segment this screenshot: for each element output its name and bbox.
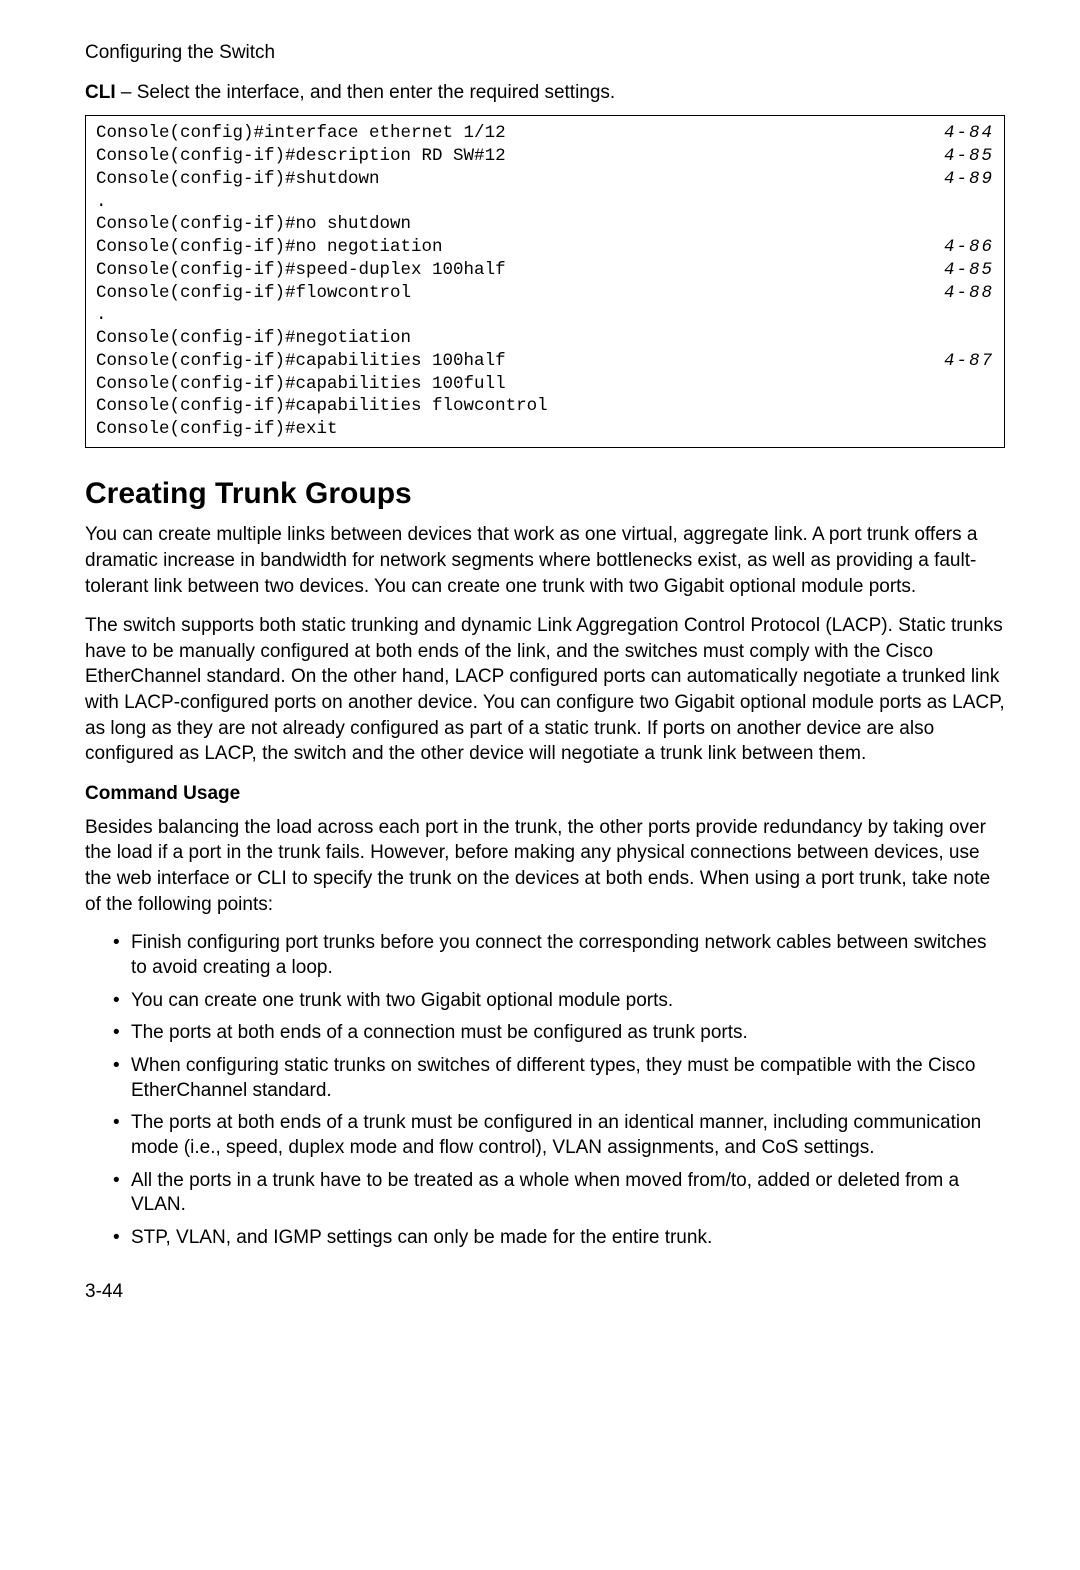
command-usage-heading: Command Usage <box>85 781 1005 807</box>
page-header: Configuring the Switch <box>85 40 1005 66</box>
list-item: Finish configuring port trunks before yo… <box>131 931 1005 980</box>
list-item: When configuring static trunks on switch… <box>131 1054 1005 1103</box>
code-row: . <box>96 304 994 327</box>
code-command: Console(config-if)#description RD SW#12 <box>96 145 506 168</box>
code-row: Console(config-if)#speed-duplex 100half 4… <box>96 259 994 282</box>
section-title: Creating Trunk Groups <box>85 474 1005 515</box>
code-row: Console(config-if)#no negotiation 4-86 <box>96 236 994 259</box>
list-item: All the ports in a trunk have to be trea… <box>131 1169 1005 1218</box>
cli-label: CLI <box>85 82 116 103</box>
code-reference: 4-88 <box>944 282 994 305</box>
code-row: Console(config-if)#description RD SW#12 4… <box>96 145 994 168</box>
code-command: Console(config-if)#speed-duplex 100half <box>96 259 506 282</box>
code-reference: 4-86 <box>944 236 994 259</box>
code-command: Console(config-if)#exit <box>96 418 338 441</box>
code-row: Console(config)#interface ethernet 1/12 4… <box>96 122 994 145</box>
bullet-list: Finish configuring port trunks before yo… <box>85 931 1005 1251</box>
code-command: Console(config-if)#no shutdown <box>96 213 411 236</box>
code-reference: 4-87 <box>944 350 994 373</box>
paragraph: Besides balancing the load across each p… <box>85 815 1005 918</box>
list-item: The ports at both ends of a trunk must b… <box>131 1111 1005 1160</box>
code-command: Console(config-if)#no negotiation <box>96 236 443 259</box>
code-row: Console(config-if)#shutdown 4-89 <box>96 168 994 191</box>
code-row: Console(config-if)#negotiation <box>96 327 994 350</box>
list-item: You can create one trunk with two Gigabi… <box>131 989 1005 1014</box>
code-reference: 4-85 <box>944 259 994 282</box>
paragraph: You can create multiple links between de… <box>85 522 1005 599</box>
list-item: STP, VLAN, and IGMP settings can only be… <box>131 1226 1005 1251</box>
code-row: Console(config-if)#capabilities flowcont… <box>96 395 994 418</box>
code-block: Console(config)#interface ethernet 1/12 4… <box>85 115 1005 448</box>
code-command: . <box>96 191 107 214</box>
list-item: The ports at both ends of a connection m… <box>131 1021 1005 1046</box>
code-command: Console(config-if)#capabilities 100full <box>96 373 506 396</box>
code-row: . <box>96 191 994 214</box>
page-number: 3-44 <box>85 1279 1005 1305</box>
code-reference: 4-84 <box>944 122 994 145</box>
cli-text: – Select the interface, and then enter t… <box>116 82 616 103</box>
code-command: Console(config-if)#capabilities 100half <box>96 350 506 373</box>
code-row: Console(config-if)#exit <box>96 418 994 441</box>
code-command: Console(config-if)#shutdown <box>96 168 380 191</box>
code-command: Console(config-if)#capabilities flowcont… <box>96 395 548 418</box>
code-command: Console(config-if)#negotiation <box>96 327 411 350</box>
cli-intro: CLI – Select the interface, and then ent… <box>85 80 1005 106</box>
code-reference: 4-89 <box>944 168 994 191</box>
code-command: Console(config-if)#flowcontrol <box>96 282 411 305</box>
code-command: Console(config)#interface ethernet 1/12 <box>96 122 506 145</box>
code-reference: 4-85 <box>944 145 994 168</box>
code-command: . <box>96 304 107 327</box>
code-row: Console(config-if)#flowcontrol 4-88 <box>96 282 994 305</box>
paragraph: The switch supports both static trunking… <box>85 613 1005 767</box>
code-row: Console(config-if)#no shutdown <box>96 213 994 236</box>
code-row: Console(config-if)#capabilities 100half 4… <box>96 350 994 373</box>
code-row: Console(config-if)#capabilities 100full <box>96 373 994 396</box>
